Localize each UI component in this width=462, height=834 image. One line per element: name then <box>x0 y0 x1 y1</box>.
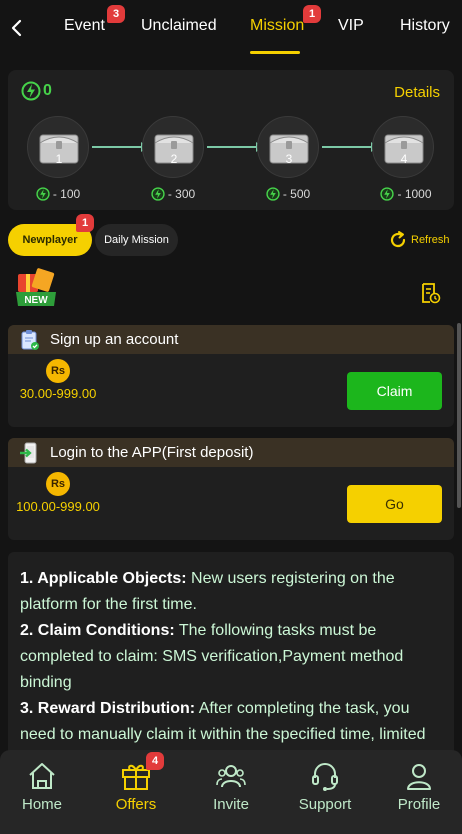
invite-icon <box>216 765 246 788</box>
chest-number: 3 <box>285 152 293 166</box>
task-card-first-deposit: Login to the APP(First deposit) Rs 100.0… <box>8 438 454 540</box>
lightning-icon <box>380 187 395 201</box>
chest-number: 2 <box>170 152 178 166</box>
energy-count: 0 <box>43 82 52 99</box>
chest-number: 1 <box>55 152 63 166</box>
nav-offers[interactable]: Offers <box>96 760 176 813</box>
tab-unclaimed[interactable]: Unclaimed <box>141 17 217 35</box>
new-gift-icon: NEW <box>16 268 56 306</box>
login-app-icon <box>20 442 37 463</box>
chest-number: 4 <box>400 152 408 166</box>
chevron-left-icon <box>11 19 22 37</box>
offers-badge: 4 <box>146 752 164 770</box>
filter-daily-mission[interactable]: Daily Mission <box>95 224 178 256</box>
progress-arrow <box>207 142 263 152</box>
rule-item: 1. Applicable Objects: New users registe… <box>20 566 442 618</box>
chest-2[interactable]: 2 <box>142 116 204 178</box>
chest-cost: - 1000 <box>363 187 449 201</box>
refresh-label: Refresh <box>411 234 450 246</box>
nav-profile-label: Profile <box>397 796 441 813</box>
rule-item: 3. Reward Distribution: After completing… <box>20 696 442 748</box>
tab-event-badge: 3 <box>107 5 125 23</box>
rule-heading: 1. Applicable Objects: <box>20 570 187 587</box>
chest-1[interactable]: 1 <box>27 116 89 178</box>
reward-amount: 30.00-999.00 <box>19 386 97 401</box>
active-tab-indicator <box>250 51 300 54</box>
clipboard-check-icon <box>21 329 39 350</box>
rule-heading: 2. Claim Conditions: <box>20 622 175 639</box>
task-header: Login to the APP(First deposit) <box>8 438 454 467</box>
headset-icon <box>312 763 338 791</box>
go-button[interactable]: Go <box>347 485 442 523</box>
chest-cost-value: - 100 <box>52 187 81 201</box>
profile-icon <box>407 764 431 790</box>
rule-item: 2. Claim Conditions: The following tasks… <box>20 618 442 696</box>
progress-arrow <box>322 142 378 152</box>
rule-heading: 3. Reward Distribution: <box>20 700 196 717</box>
filter-newplayer-label: Newplayer <box>22 234 78 246</box>
chest-progress-panel: 0 Details 1 2 3 4 - 100 - 300 - 500 - 10… <box>8 70 454 210</box>
task-title: Login to the APP(First deposit) <box>50 444 254 461</box>
chest-cost: - 500 <box>248 187 328 201</box>
lightning-icon <box>36 187 50 201</box>
chest-cost-value: - 500 <box>282 187 311 201</box>
nav-support-label: Support <box>298 796 352 813</box>
claim-button-label: Claim <box>376 383 413 399</box>
rules-panel: 1. Applicable Objects: New users registe… <box>8 552 454 772</box>
nav-home-label: Home <box>21 796 62 813</box>
task-card-signup: Sign up an account Rs 30.00-999.00 Claim <box>8 325 454 427</box>
newplayer-badge: 1 <box>76 214 94 232</box>
nav-support[interactable]: Support <box>285 760 365 813</box>
progress-arrow <box>92 142 148 152</box>
chest-4[interactable]: 4 <box>372 116 434 178</box>
scrollbar[interactable] <box>457 323 461 508</box>
details-link[interactable]: Details <box>394 84 440 101</box>
back-button[interactable] <box>6 14 28 42</box>
chest-cost-value: - 1000 <box>397 187 432 201</box>
tab-mission[interactable]: Mission <box>250 17 304 35</box>
nav-invite[interactable]: Invite <box>191 760 271 813</box>
rupee-coin-icon: Rs <box>46 359 70 383</box>
chest-cost: - 100 <box>18 187 98 201</box>
task-reward: Rs 30.00-999.00 <box>8 359 108 401</box>
lightning-icon <box>21 81 41 101</box>
bottom-navigation: Home Offers 4 Invite Support Profile <box>0 750 462 834</box>
tab-event[interactable]: Event <box>64 17 105 35</box>
refresh-button[interactable]: Refresh <box>388 230 450 250</box>
energy-counter: 0 <box>21 81 52 101</box>
chest-cost: - 300 <box>133 187 213 201</box>
task-header: Sign up an account <box>8 325 454 354</box>
claim-button[interactable]: Claim <box>347 372 442 410</box>
tab-history[interactable]: History <box>400 17 450 35</box>
svg-text:NEW: NEW <box>24 295 48 306</box>
home-icon <box>29 763 55 789</box>
nav-home[interactable]: Home <box>2 760 82 813</box>
nav-invite-label: Invite <box>213 796 249 813</box>
task-reward: Rs 100.00-999.00 <box>8 472 108 514</box>
top-tab-bar: Event 3 Unclaimed Mission 1 VIP History <box>0 0 462 56</box>
rupee-coin-icon: Rs <box>46 472 70 496</box>
tab-mission-badge: 1 <box>303 5 321 23</box>
tab-vip[interactable]: VIP <box>338 17 364 35</box>
lightning-icon <box>151 187 165 201</box>
chest-cost-value: - 300 <box>167 187 196 201</box>
chest-3[interactable]: 3 <box>257 116 319 178</box>
task-record-icon[interactable] <box>418 281 442 305</box>
go-button-label: Go <box>385 496 404 512</box>
task-title: Sign up an account <box>50 331 179 348</box>
refresh-icon <box>390 231 406 248</box>
lightning-icon <box>266 187 280 201</box>
nav-offers-label: Offers <box>115 796 157 813</box>
filter-daily-label: Daily Mission <box>104 234 169 246</box>
reward-amount: 100.00-999.00 <box>16 499 100 514</box>
nav-profile[interactable]: Profile <box>379 760 459 813</box>
